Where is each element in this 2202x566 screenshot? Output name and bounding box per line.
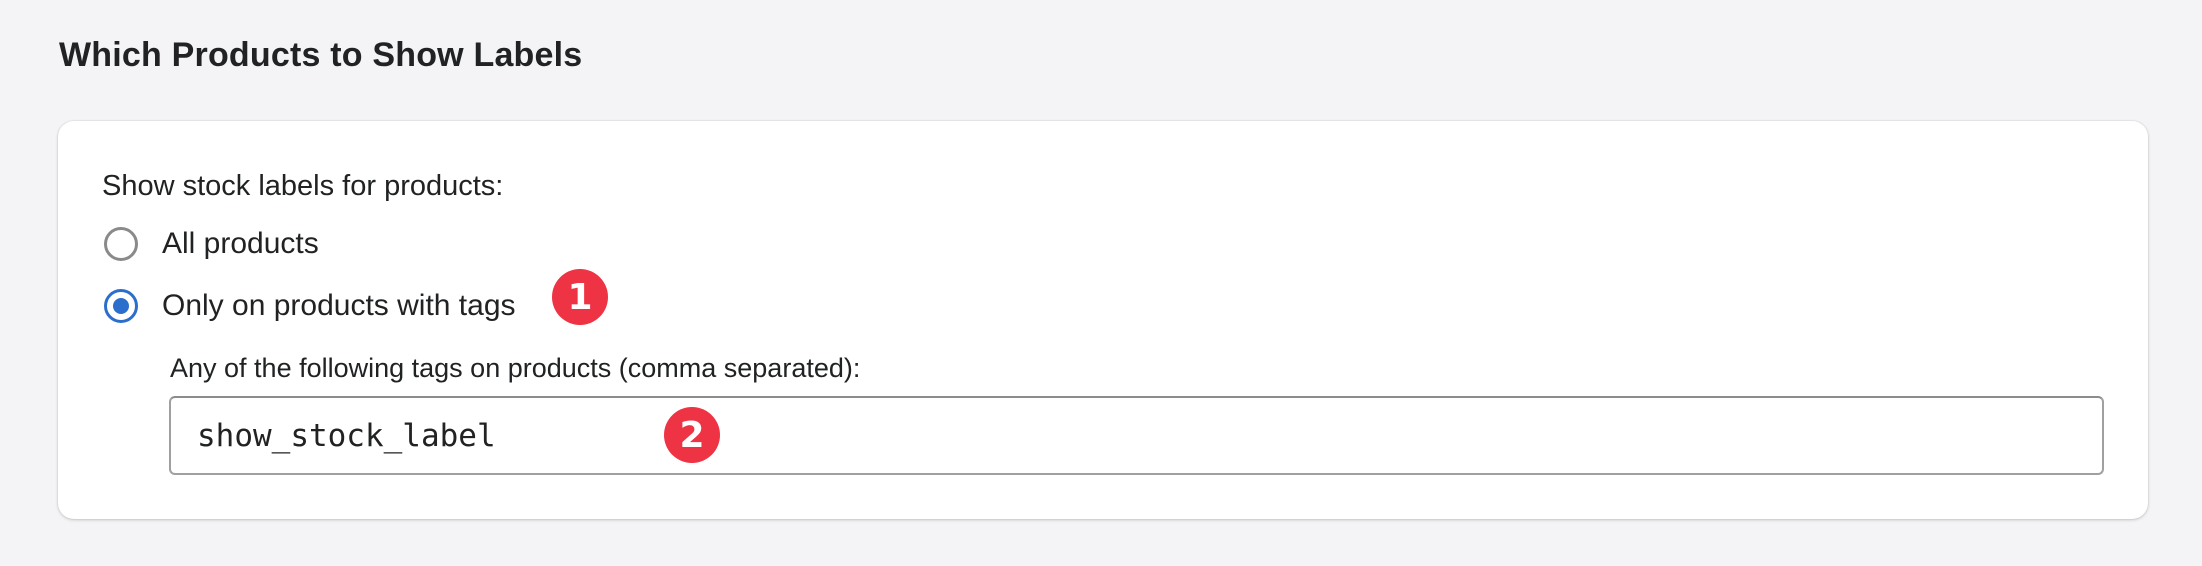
radio-option-all-products[interactable]: All products (104, 227, 319, 261)
tags-field-label: Any of the following tags on products (c… (170, 353, 861, 383)
radio-option-products-with-tags[interactable]: Only on products with tags (104, 289, 516, 323)
radio-group-label: Show stock labels for products: (102, 170, 504, 202)
annotation-badge-1: 1 (552, 269, 608, 325)
radio-button-all-products[interactable] (104, 227, 138, 261)
annotation-badge-2: 2 (664, 407, 720, 463)
settings-card: Show stock labels for products: All prod… (58, 121, 2148, 519)
radio-label-all-products: All products (162, 227, 319, 260)
tags-input[interactable] (169, 396, 2104, 475)
radio-button-products-with-tags[interactable] (104, 289, 138, 323)
radio-label-products-with-tags: Only on products with tags (162, 289, 516, 322)
section-title: Which Products to Show Labels (59, 36, 583, 74)
